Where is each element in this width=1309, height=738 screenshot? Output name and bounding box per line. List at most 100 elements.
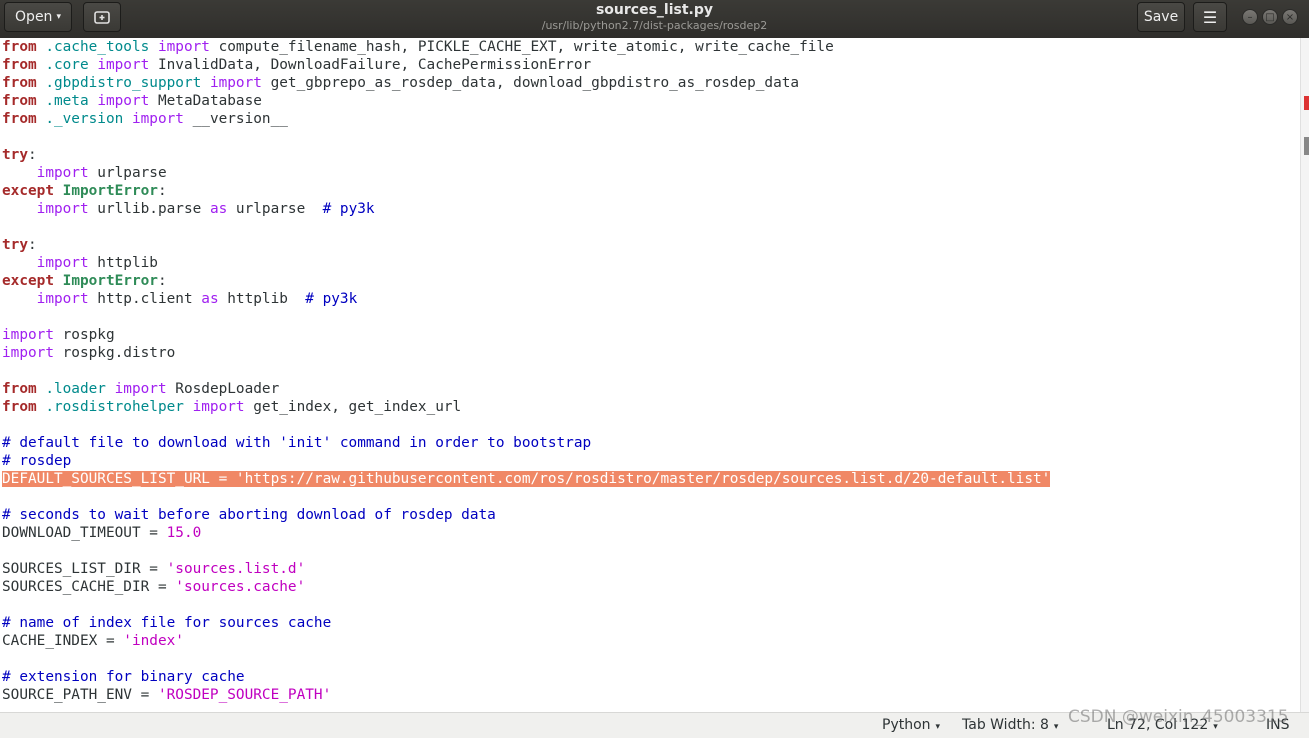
code-token: compute_filename_hash, PICKLE_CACHE_EXT,… bbox=[209, 39, 834, 55]
code-token: .gbpdistro_support bbox=[36, 75, 210, 91]
code-token: SOURCES_CACHE_DIR = bbox=[2, 579, 176, 595]
code-token: as bbox=[201, 291, 219, 307]
code-line: from .cache_tools import compute_filenam… bbox=[2, 38, 834, 56]
code-token: import bbox=[114, 381, 167, 397]
maximize-icon[interactable]: □ bbox=[1262, 9, 1278, 25]
code-token: from bbox=[2, 93, 37, 109]
code-line: try: bbox=[2, 236, 37, 254]
chevron-down-icon: ▾ bbox=[935, 722, 941, 732]
code-token: ImportError bbox=[62, 273, 158, 289]
code-token: get_gbprepo_as_rosdep_data, download_gbp… bbox=[261, 75, 800, 91]
code-line: except ImportError: bbox=[2, 182, 167, 200]
code-editor[interactable]: from .cache_tools import compute_filenam… bbox=[0, 38, 1300, 712]
code-token: 'sources.list.d' bbox=[166, 561, 306, 577]
code-token: InvalidData, DownloadFailure, CachePermi… bbox=[149, 57, 592, 73]
code-token: import bbox=[2, 327, 54, 343]
code-token: .loader bbox=[36, 381, 115, 397]
code-line: import rospkg.distro bbox=[2, 344, 175, 362]
code-token: rospkg bbox=[53, 327, 115, 343]
code-line: from .rosdistrohelper import get_index, … bbox=[2, 398, 461, 416]
tab-width-label: Tab Width: 8 bbox=[962, 717, 1049, 733]
hamburger-menu-icon[interactable]: ☰ bbox=[1193, 2, 1227, 32]
code-token: DOWNLOAD_TIMEOUT = bbox=[2, 525, 167, 541]
document-title: sources_list.py bbox=[595, 2, 714, 18]
chevron-down-icon: ▾ bbox=[1053, 722, 1059, 732]
code-line: import httplib bbox=[2, 254, 158, 272]
code-line: CACHE_INDEX = 'index' bbox=[2, 632, 184, 650]
code-line: DEFAULT_SOURCES_LIST_URL = 'https://raw.… bbox=[2, 470, 1051, 488]
code-token: SOURCES_LIST_DIR = bbox=[2, 561, 167, 577]
code-line: except ImportError: bbox=[2, 272, 167, 290]
scrollbar-thumb[interactable] bbox=[1304, 137, 1309, 155]
code-token: CACHE_INDEX = bbox=[2, 633, 124, 649]
code-token: from bbox=[2, 39, 37, 55]
minimize-icon[interactable]: – bbox=[1242, 9, 1258, 25]
code-token: MetaDatabase bbox=[149, 93, 262, 109]
code-token: __version__ bbox=[183, 111, 288, 127]
code-line: import http.client as httplib # py3k bbox=[2, 290, 358, 308]
code-token: import bbox=[131, 111, 184, 127]
code-token: except bbox=[2, 183, 54, 199]
code-token: import bbox=[36, 255, 89, 271]
code-token: from bbox=[2, 399, 37, 415]
close-icon[interactable]: × bbox=[1282, 9, 1298, 25]
code-token: # py3k bbox=[305, 291, 358, 307]
code-token: 'ROSDEP_SOURCE_PATH' bbox=[157, 687, 332, 703]
code-token: RosdepLoader bbox=[166, 381, 280, 397]
code-line: from .loader import RosdepLoader bbox=[2, 380, 279, 398]
save-button[interactable]: Save bbox=[1137, 2, 1185, 32]
code-line: SOURCES_CACHE_DIR = 'sources.cache' bbox=[2, 578, 305, 596]
code-line: import urlparse bbox=[2, 164, 167, 182]
code-token: 15.0 bbox=[166, 525, 202, 541]
code-token: .meta bbox=[36, 93, 98, 109]
code-token: except bbox=[2, 273, 54, 289]
code-token: import bbox=[209, 75, 262, 91]
code-token: as bbox=[209, 201, 228, 217]
code-token: from bbox=[2, 381, 37, 397]
code-token: import bbox=[192, 399, 245, 415]
code-token: import bbox=[97, 93, 150, 109]
code-line: SOURCES_LIST_DIR = 'sources.list.d' bbox=[2, 560, 305, 578]
code-line: import rospkg bbox=[2, 326, 115, 344]
code-line: # default file to download with 'init' c… bbox=[2, 435, 592, 451]
code-token: .cache_tools bbox=[36, 39, 158, 55]
code-token: : bbox=[28, 147, 37, 163]
code-line: import urllib.parse as urlparse # py3k bbox=[2, 200, 375, 218]
code-line: try: bbox=[2, 146, 37, 164]
code-token: get_index, get_index_url bbox=[244, 399, 462, 415]
selected-text[interactable]: DEFAULT_SOURCES_LIST_URL = 'https://raw.… bbox=[2, 471, 1051, 487]
code-token: .rosdistrohelper bbox=[36, 399, 193, 415]
code-token: urlparse bbox=[227, 201, 323, 217]
code-line: # seconds to wait before aborting downlo… bbox=[2, 507, 496, 523]
code-token: httplib bbox=[88, 255, 158, 271]
code-token: urllib.parse bbox=[88, 201, 210, 217]
code-line: from .core import InvalidData, DownloadF… bbox=[2, 56, 591, 74]
code-line: SOURCE_PATH_ENV = 'ROSDEP_SOURCE_PATH' bbox=[2, 686, 331, 704]
code-line: DOWNLOAD_TIMEOUT = 15.0 bbox=[2, 524, 201, 542]
code-token: http.client bbox=[88, 291, 202, 307]
code-token: SOURCE_PATH_ENV = bbox=[2, 687, 158, 703]
code-token: 'sources.cache' bbox=[175, 579, 306, 595]
code-token: ImportError bbox=[62, 183, 158, 199]
code-token: from bbox=[2, 57, 37, 73]
code-token: : bbox=[157, 273, 167, 289]
code-line: # extension for binary cache bbox=[2, 669, 245, 685]
language-selector[interactable]: Python ▾ bbox=[882, 717, 940, 733]
code-token: : bbox=[157, 183, 167, 199]
code-token: try bbox=[2, 147, 28, 163]
code-line: # name of index file for sources cache bbox=[2, 615, 332, 631]
code-line: from ._version import __version__ bbox=[2, 110, 288, 128]
code-token: rospkg.distro bbox=[53, 345, 176, 361]
code-token: import bbox=[36, 291, 89, 307]
code-token: import bbox=[157, 39, 210, 55]
watermark: CSDN @weixin_45003315 bbox=[1068, 707, 1289, 727]
tab-width-selector[interactable]: Tab Width: 8 ▾ bbox=[962, 717, 1058, 733]
code-token: ._version bbox=[36, 111, 132, 127]
code-token: 'index' bbox=[123, 633, 184, 649]
